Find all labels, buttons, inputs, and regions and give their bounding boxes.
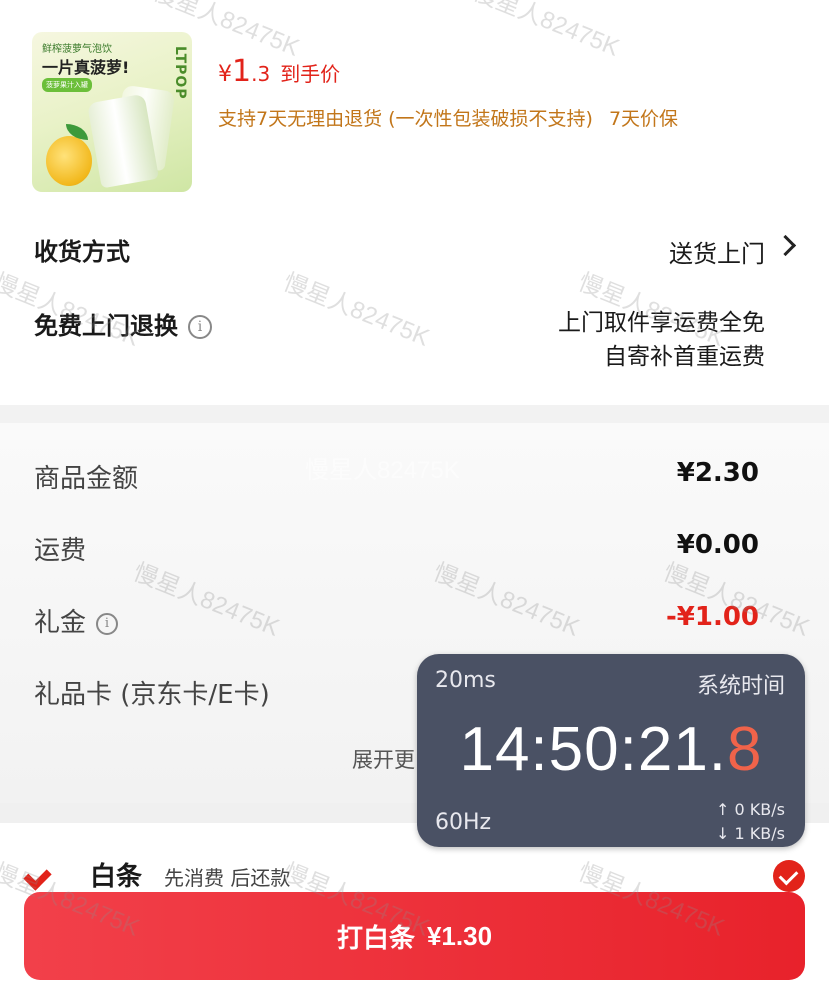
upload-speed: ↑ 0 KB/s [716, 800, 785, 819]
pay-button-amount: ¥1.30 [426, 920, 493, 951]
product-image[interactable]: 鲜榨菠萝气泡饮 一片真菠萝! 菠萝果汁入罐 LTPOP [32, 32, 192, 192]
product-image-slogan: 一片真菠萝! [42, 58, 130, 77]
product-image-brand: LTPOP [172, 46, 188, 100]
gift-money-row: 礼金 i [34, 602, 119, 639]
expand-more-link[interactable]: 展开更 [352, 744, 415, 774]
shipping-value: ¥0.00 [676, 530, 759, 560]
delivery-label: 收货方式 [34, 238, 130, 266]
info-icon[interactable]: i [188, 315, 212, 339]
goods-amount-label: 商品金额 [34, 464, 139, 494]
free-return-detail: 上门取件享运费全免 自寄补首重运费 [558, 306, 765, 374]
gift-money-value: -¥1.00 [665, 602, 759, 632]
price-decimal: .3 [251, 62, 271, 86]
time-tenth: 8 [727, 715, 763, 784]
product-image-pill: 菠萝果汁入罐 [42, 78, 92, 92]
gift-money-label: 礼金 [34, 608, 87, 638]
system-time-display: 14:50:21.8 [417, 714, 805, 785]
time-main: 14:50:21. [459, 715, 728, 784]
price-integer: 1 [232, 54, 252, 89]
delivery-value[interactable]: 送货上门 [669, 234, 765, 269]
download-speed: ↓ 1 KB/s [716, 824, 785, 843]
gift-card-label[interactable]: 礼品卡 (京东卡/E卡) [34, 674, 270, 711]
free-return-line1: 上门取件享运费全免 [558, 310, 765, 336]
pay-baitiao-button[interactable]: 打白条 ¥1.30 [24, 892, 805, 980]
refresh-rate: 60Hz [435, 810, 492, 835]
price-currency: ¥ [218, 62, 232, 87]
policy-price-protect: 7天价保 [608, 108, 679, 130]
baitiao-title: 白条 [90, 862, 143, 892]
baitiao-logo-icon [26, 862, 62, 888]
product-image-tag: 鲜榨菠萝气泡饮 [42, 44, 112, 55]
price-suffix: 到手价 [280, 62, 341, 86]
free-return-row: 免费上门退换 i [34, 306, 212, 341]
free-return-line2: 自寄补首重运费 [604, 344, 765, 370]
system-time-overlay[interactable]: 20ms 系统时间 14:50:21.8 60Hz ↑ 0 KB/s ↓ 1 K… [417, 654, 805, 847]
check-circle-icon[interactable] [773, 860, 805, 892]
overlay-title: 系统时间 [696, 674, 785, 699]
free-return-label: 免费上门退换 [34, 312, 178, 340]
product-price: ¥1.3 到手价 [218, 54, 340, 89]
pineapple-graphic [46, 136, 92, 186]
shipping-label: 运费 [34, 536, 87, 566]
pay-button-label: 打白条 [336, 922, 415, 953]
policy-return: 支持7天无理由退货 (一次性包装破损不支持) [218, 108, 593, 130]
latency-readout: 20ms [435, 668, 496, 693]
goods-amount-value: ¥2.30 [676, 458, 759, 488]
baitiao-subtitle: 先消费 后还款 [164, 866, 291, 890]
info-icon[interactable]: i [96, 612, 119, 635]
return-policy: 支持7天无理由退货 (一次性包装破损不支持) 7天价保 [218, 104, 678, 131]
section-divider [0, 405, 829, 423]
